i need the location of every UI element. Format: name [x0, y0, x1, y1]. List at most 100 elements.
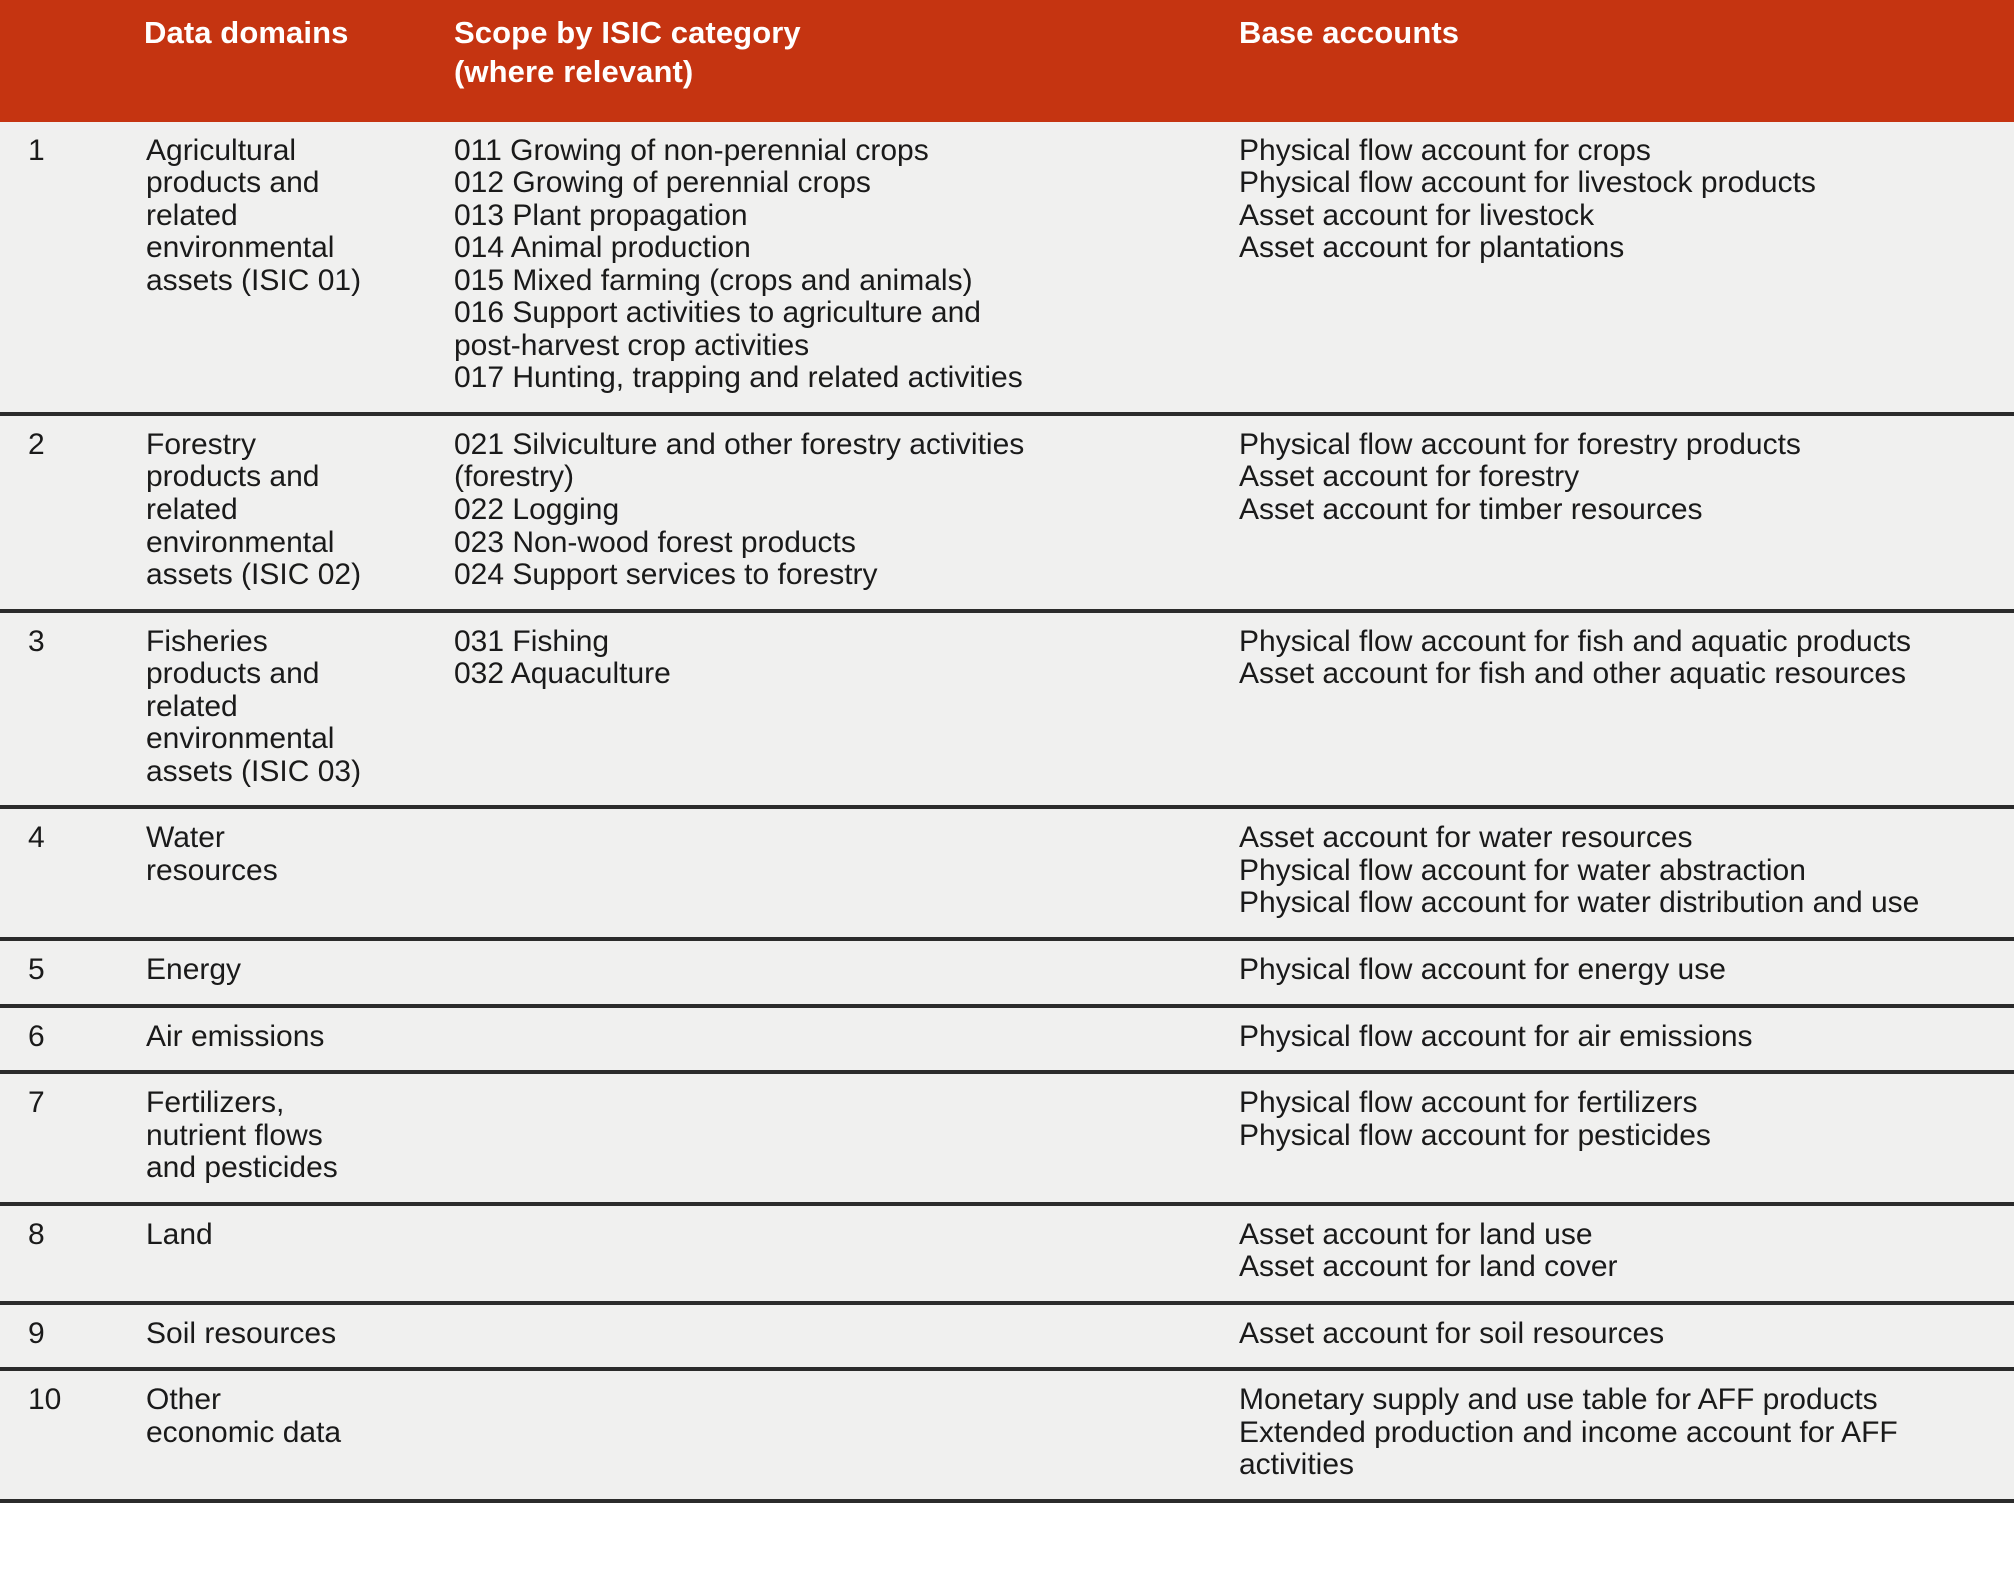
cell-line: Extended production and income account f…: [1239, 1415, 1898, 1449]
base-accounts-cell: Physical flow account for fish and aquat…: [1235, 611, 2014, 810]
cell-line: 017 Hunting, trapping and related activi…: [454, 361, 1023, 395]
column-header-base-accounts: Base accounts: [1235, 0, 2014, 122]
base-accounts-cell: Physical flow account for forestry produ…: [1235, 414, 2014, 613]
table-row: 2 Forestry products and related environmenta…: [0, 414, 2014, 613]
cell-line: Forestry: [146, 427, 257, 461]
base-accounts-cell: Physical flow account for crops Physical …: [1235, 121, 2014, 416]
scope-isic-cell: 031 Fishing 032 Aquaculture: [450, 611, 1235, 810]
cell-line: 013 Plant propagation: [454, 198, 748, 232]
row-number-cell: 5: [0, 939, 140, 1008]
data-domain-cell: Forestry products and related environmental…: [140, 414, 450, 613]
column-header-scope-line-1: Scope by ISIC category: [454, 15, 801, 50]
cell-line: Other: [146, 1383, 222, 1417]
cell-line: Soil resources: [146, 1316, 337, 1350]
cell-line: activities: [1239, 1448, 1355, 1482]
cell-line: 011 Growing of non-perennial crops: [454, 133, 929, 167]
base-accounts-cell: Asset account for land use Asset account …: [1235, 1204, 2014, 1305]
table-header-row: Data domains Scope by ISIC category (whe…: [0, 0, 2014, 122]
cell-line: 032 Aquaculture: [454, 657, 671, 691]
data-domain-cell: Land: [140, 1204, 450, 1305]
cell-line: 3: [28, 624, 45, 658]
cell-line: Agricultural: [146, 133, 297, 167]
cell-line: 015 Mixed farming (crops and animals): [454, 263, 973, 297]
cell-line: Asset account for land cover: [1239, 1250, 1618, 1284]
base-accounts-cell: Monetary supply and use table for AFF pr…: [1235, 1369, 2014, 1503]
base-accounts-cell: Physical flow account for air emissions: [1235, 1006, 2014, 1075]
cell-line: related: [146, 492, 238, 526]
cell-line: Water: [146, 821, 225, 855]
cell-line: Physical flow account for livestock prod…: [1239, 166, 1816, 200]
cell-line: environmental: [146, 722, 335, 756]
column-header-data-domains: Data domains: [140, 0, 450, 122]
base-accounts-cell: Physical flow account for fertilizers Phy…: [1235, 1072, 2014, 1206]
data-domains-table-container: Data domains Scope by ISIC category (whe…: [0, 0, 2014, 1503]
cell-line: post-harvest crop activities: [454, 328, 810, 362]
scope-isic-cell: [450, 939, 1235, 1008]
scope-isic-cell: 011 Growing of non-perennial crops 012 Gr…: [450, 121, 1235, 416]
table-row: 9 Soil resources Asset account for soil re…: [0, 1303, 2014, 1372]
cell-line: Physical flow account for crops: [1239, 133, 1651, 167]
cell-line: Asset account for soil resources: [1239, 1316, 1665, 1350]
data-domains-table: Data domains Scope by ISIC category (whe…: [0, 0, 2014, 1503]
scope-isic-cell: [450, 1204, 1235, 1305]
data-domain-cell: Air emissions: [140, 1006, 450, 1075]
cell-line: related: [146, 689, 238, 723]
data-domain-cell: Fisheries products and related environmenta…: [140, 611, 450, 810]
row-number-cell: 9: [0, 1303, 140, 1372]
cell-line: 7: [28, 1086, 45, 1120]
cell-line: 6: [28, 1019, 45, 1053]
scope-isic-cell: [450, 1006, 1235, 1075]
cell-line: Physical flow account for forestry produ…: [1239, 427, 1801, 461]
base-accounts-cell: Asset account for water resources Physica…: [1235, 807, 2014, 941]
cell-line: 8: [28, 1217, 45, 1251]
cell-line: Physical flow account for fish and aquat…: [1239, 624, 1912, 658]
table-row: 5 Energy Physical flow account for energy …: [0, 939, 2014, 1008]
cell-line: Asset account for land use: [1239, 1217, 1593, 1251]
table-row: 1 Agricultural products and related environm…: [0, 121, 2014, 416]
cell-line: 024 Support services to forestry: [454, 558, 878, 592]
base-accounts-cell: Asset account for soil resources: [1235, 1303, 2014, 1372]
data-domain-cell: Fertilizers, nutrient flows and pesticides: [140, 1072, 450, 1206]
cell-line: 5: [28, 952, 45, 986]
table-header: Data domains Scope by ISIC category (whe…: [0, 0, 2014, 122]
cell-line: Physical flow account for water distribu…: [1239, 886, 1920, 920]
cell-line: products and: [146, 657, 320, 691]
data-domain-cell: Other economic data: [140, 1369, 450, 1503]
data-domain-cell: Energy: [140, 939, 450, 1008]
cell-line: Asset account for timber resources: [1239, 492, 1703, 526]
cell-line: Physical flow account for water abstract…: [1239, 853, 1806, 887]
data-domain-cell: Agricultural products and related environme…: [140, 121, 450, 416]
row-number-cell: 6: [0, 1006, 140, 1075]
data-domain-cell: Soil resources: [140, 1303, 450, 1372]
cell-line: Asset account for fish and other aquatic…: [1239, 657, 1907, 691]
cell-line: nutrient flows: [146, 1118, 323, 1152]
cell-line: products and: [146, 460, 320, 494]
cell-line: 022 Logging: [454, 492, 620, 526]
table-row: 6 Air emissions Physical flow account for …: [0, 1006, 2014, 1075]
cell-line: 016 Support activities to agriculture an…: [454, 296, 981, 330]
scope-isic-cell: [450, 1072, 1235, 1206]
cell-line: Physical flow account for pesticides: [1239, 1118, 1711, 1152]
cell-line: Fisheries: [146, 624, 268, 658]
base-accounts-cell: Physical flow account for energy use: [1235, 939, 2014, 1008]
cell-line: Energy: [146, 952, 242, 986]
cell-line: Asset account for water resources: [1239, 821, 1693, 855]
table-row: 10 Other economic data Monetary supply and …: [0, 1369, 2014, 1503]
cell-line: assets (ISIC 02): [146, 558, 362, 592]
cell-line: resources: [146, 853, 278, 887]
cell-line: Asset account for livestock: [1239, 198, 1595, 232]
cell-line: 031 Fishing: [454, 624, 610, 658]
cell-line: and pesticides: [146, 1151, 338, 1185]
row-number-cell: 4: [0, 807, 140, 941]
cell-line: 023 Non-wood forest products: [454, 525, 856, 559]
cell-line: 10: [28, 1383, 62, 1417]
row-number-cell: 2: [0, 414, 140, 613]
table-row: 8 Land Asset account for land use Asset acc…: [0, 1204, 2014, 1305]
row-number-cell: 8: [0, 1204, 140, 1305]
table-row: 7 Fertilizers, nutrient flows and pesticide…: [0, 1072, 2014, 1206]
cell-line: environmental: [146, 525, 335, 559]
cell-line: 014 Animal production: [454, 231, 751, 265]
cell-line: 4: [28, 821, 45, 855]
row-number-cell: 1: [0, 121, 140, 416]
cell-line: products and: [146, 166, 320, 200]
